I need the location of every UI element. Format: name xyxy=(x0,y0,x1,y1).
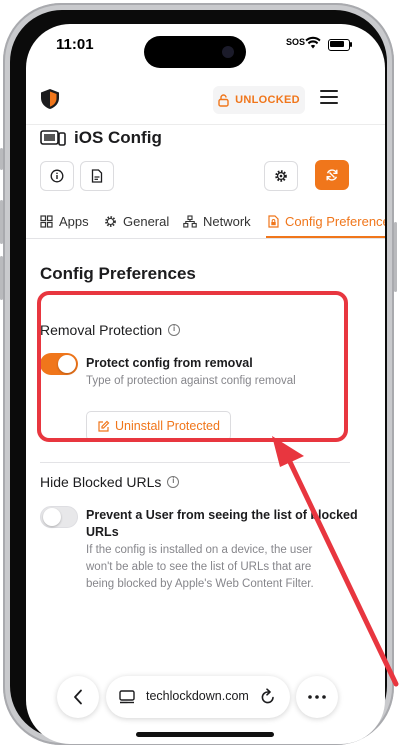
red-arrow-annotation xyxy=(272,436,399,687)
